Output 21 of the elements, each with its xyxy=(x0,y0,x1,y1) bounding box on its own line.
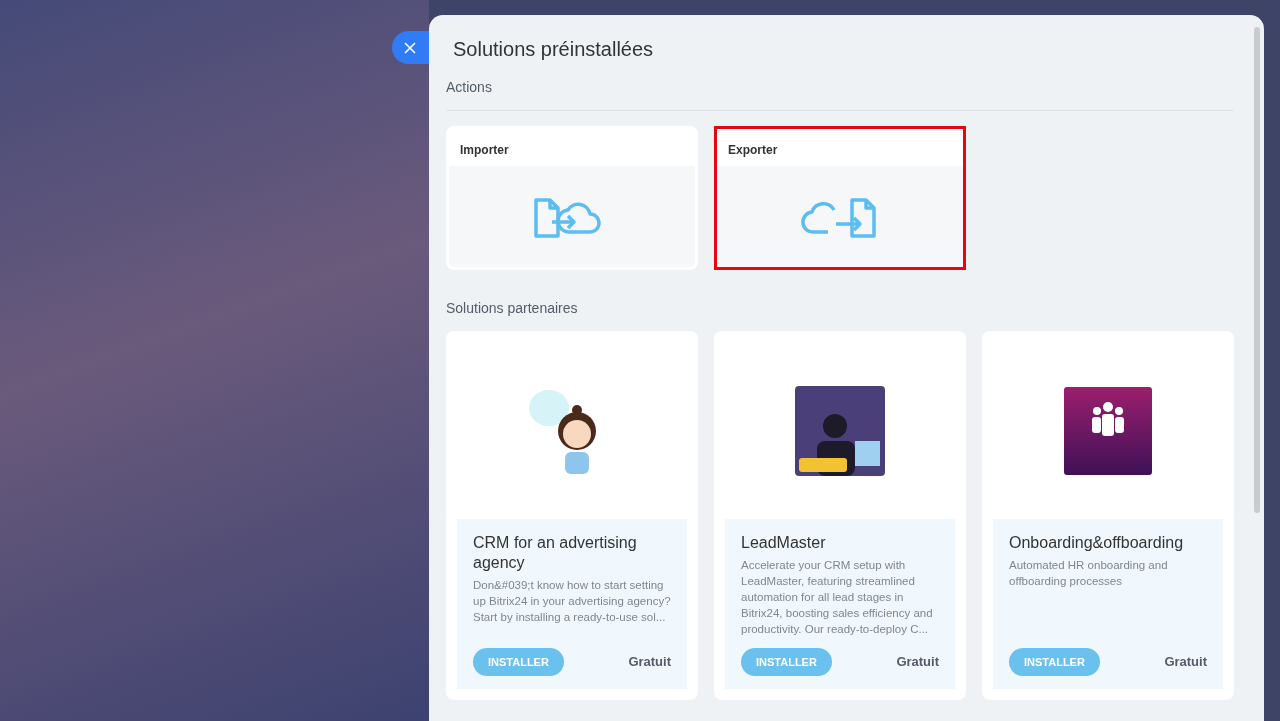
section-heading: Actions xyxy=(446,77,1234,111)
action-card[interactable]: Importer xyxy=(446,126,698,270)
price-label: Gratuit xyxy=(628,653,671,672)
price-label: Gratuit xyxy=(1164,653,1207,672)
install-button[interactable]: INSTALLER xyxy=(1009,648,1100,676)
install-button[interactable]: INSTALLER xyxy=(473,648,564,676)
panel-title: Solutions préinstallées xyxy=(453,37,655,62)
solution-title: LeadMaster xyxy=(741,533,827,553)
solution-title: Onboarding&offboarding xyxy=(1009,533,1185,553)
close-icon xyxy=(404,41,416,54)
close-button[interactable] xyxy=(392,31,432,64)
solution-description: Automated HR onboarding and offboarding processes xyxy=(1009,558,1169,589)
solution-description: Accelerate your CRM setup with LeadMaster, featuring streamlined automation for all lead stages in Bitrix24, boosting sales efficiency and productivity. Our ready-to-deploy C... xyxy=(741,558,934,637)
install-button[interactable]: INSTALLER xyxy=(741,648,832,676)
card-label: Importer xyxy=(459,142,510,159)
solution-title: CRM for an advertising agency xyxy=(473,533,638,573)
action-card[interactable]: Exporter xyxy=(714,126,966,270)
card-label: Exporter xyxy=(727,142,779,159)
price-label: Gratuit xyxy=(896,653,939,672)
section-heading: Solutions partenaires xyxy=(446,299,579,318)
solution-description: Don&#039;t know how to start setting up Bitrix24 in your advertising agency? Start by installing a ready-to-use sol... xyxy=(473,578,671,625)
